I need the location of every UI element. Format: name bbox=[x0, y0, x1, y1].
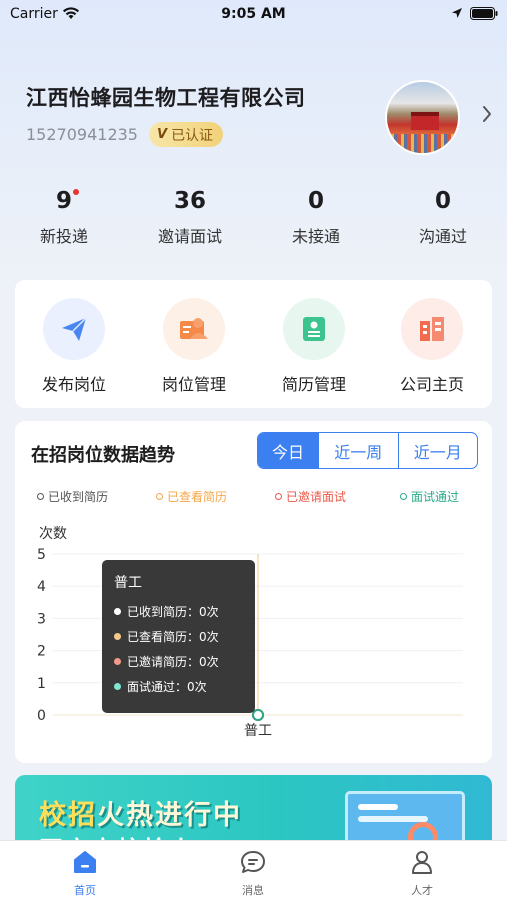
legend-marker bbox=[37, 493, 44, 500]
legend-marker bbox=[275, 493, 282, 500]
legend-label: 面试通过 bbox=[411, 490, 460, 504]
legend-label: 已查看简历 bbox=[167, 490, 228, 504]
illustration-bar bbox=[358, 804, 398, 810]
banner-title: 火热进行中 bbox=[97, 800, 242, 831]
company-phone: 15270941235 bbox=[26, 125, 138, 144]
banner-headline: 校招火热进行中 bbox=[39, 793, 242, 832]
action-job-management[interactable]: 岗位管理 bbox=[139, 298, 249, 395]
verified-badge: V 已认证 bbox=[149, 122, 224, 147]
tab-month[interactable]: 近一月 bbox=[397, 433, 478, 468]
tab-label: 首页 bbox=[74, 884, 96, 897]
stat-label: 沟通过 bbox=[418, 227, 467, 246]
y-tick-label: 0 bbox=[37, 708, 46, 724]
unread-dot bbox=[73, 189, 79, 195]
period-segmented-control: 今日 近一周 近一月 bbox=[257, 432, 478, 469]
stat-value: 36 bbox=[173, 188, 206, 214]
avatar-photo-gate bbox=[411, 112, 439, 130]
job-trend-card: 在招岗位数据趋势 今日 近一周 近一月 已收到简历 已查看简历 已邀请面试 面试… bbox=[15, 421, 492, 763]
campus-recruit-banner[interactable]: 校招火热进行中 开启高校抢人 bbox=[15, 775, 492, 845]
location-arrow-icon bbox=[452, 8, 462, 18]
tooltip-text: 已查看简历：0次 bbox=[127, 630, 219, 644]
stat-not-connected[interactable]: 0 未接通 bbox=[256, 188, 376, 247]
action-label: 发布岗位 bbox=[41, 375, 106, 394]
y-tick-label: 3 bbox=[37, 611, 46, 627]
legend-label: 已邀请面试 bbox=[286, 490, 347, 504]
action-resume-management[interactable]: 简历管理 bbox=[259, 298, 369, 395]
action-company-home[interactable]: 公司主页 bbox=[377, 298, 487, 395]
chart-tooltip: 普工 已收到简历：0次 已查看简历：0次 已邀请简历：0次 面试通过：0次 bbox=[102, 560, 255, 713]
tab-week[interactable]: 近一周 bbox=[318, 433, 398, 468]
status-bar: Carrier 9:05 AM bbox=[0, 0, 507, 30]
person-icon bbox=[412, 851, 432, 874]
tab-messages[interactable]: 消息 bbox=[203, 849, 303, 898]
stat-communicated[interactable]: 0 沟通过 bbox=[383, 188, 503, 247]
legend-label: 已收到简历 bbox=[48, 490, 109, 504]
tooltip-text: 面试通过：0次 bbox=[127, 680, 207, 694]
banner-highlight: 校招 bbox=[39, 800, 97, 831]
illustration-bar bbox=[358, 816, 428, 822]
legend-viewed[interactable]: 已查看简历 bbox=[156, 488, 227, 505]
tab-today[interactable]: 今日 bbox=[258, 433, 318, 468]
stat-value: 9 bbox=[55, 188, 72, 214]
action-post-job[interactable]: 发布岗位 bbox=[19, 298, 129, 395]
y-axis-title: 次数 bbox=[39, 526, 67, 542]
banner-illustration bbox=[345, 791, 465, 845]
x-tick-label: 普工 bbox=[244, 723, 272, 739]
tooltip-marker bbox=[114, 683, 121, 690]
tooltip-row: 已收到简历：0次 bbox=[114, 599, 243, 624]
tooltip-marker bbox=[114, 658, 121, 665]
battery-icon bbox=[470, 7, 498, 20]
data-point bbox=[252, 709, 264, 721]
status-time: 9:05 AM bbox=[221, 6, 286, 22]
chevron-right-icon[interactable] bbox=[482, 105, 492, 123]
y-tick-label: 2 bbox=[37, 644, 46, 660]
tooltip-marker bbox=[114, 633, 121, 640]
verified-label: 已认证 bbox=[171, 127, 214, 144]
legend-received[interactable]: 已收到简历 bbox=[37, 488, 108, 505]
tooltip-row: 面试通过：0次 bbox=[114, 674, 243, 699]
action-label: 简历管理 bbox=[281, 375, 346, 394]
quick-actions-card: 发布岗位 岗位管理 简历管理 公司主页 bbox=[15, 280, 492, 408]
verified-v-icon: V bbox=[157, 127, 168, 142]
company-name: 江西怡蜂园生物工程有限公司 bbox=[26, 86, 306, 110]
company-avatar[interactable] bbox=[385, 80, 460, 155]
tab-home[interactable]: 首页 bbox=[35, 849, 135, 898]
stat-value: 0 bbox=[307, 188, 324, 214]
stat-label: 未接通 bbox=[291, 227, 340, 246]
y-tick-label: 4 bbox=[37, 579, 46, 595]
legend-marker bbox=[156, 493, 163, 500]
stat-value: 0 bbox=[434, 188, 451, 214]
tooltip-text: 已收到简历：0次 bbox=[127, 605, 219, 619]
stat-label: 邀请面试 bbox=[157, 227, 222, 246]
stat-label: 新投递 bbox=[39, 227, 88, 246]
legend-marker bbox=[400, 493, 407, 500]
trend-title: 在招岗位数据趋势 bbox=[31, 445, 175, 466]
tooltip-title: 普工 bbox=[114, 575, 142, 591]
legend-passed[interactable]: 面试通过 bbox=[400, 488, 459, 505]
resume-icon bbox=[283, 298, 345, 360]
building-icon bbox=[401, 298, 463, 360]
tooltip-row: 已邀请简历：0次 bbox=[114, 649, 243, 674]
stats-row: 9 新投递 36 邀请面试 0 未接通 0 沟通过 bbox=[0, 188, 507, 258]
stat-new-applications[interactable]: 9 新投递 bbox=[4, 188, 124, 247]
action-label: 公司主页 bbox=[399, 375, 464, 394]
stat-interview-invites[interactable]: 36 邀请面试 bbox=[130, 188, 250, 247]
legend-invited[interactable]: 已邀请面试 bbox=[275, 488, 346, 505]
tooltip-row: 已查看简历：0次 bbox=[114, 624, 243, 649]
tab-label: 消息 bbox=[242, 884, 264, 897]
y-tick-label: 1 bbox=[37, 676, 46, 692]
action-label: 岗位管理 bbox=[161, 375, 226, 394]
tab-label: 人才 bbox=[411, 884, 433, 897]
y-tick-label: 5 bbox=[37, 547, 46, 563]
tab-talent[interactable]: 人才 bbox=[372, 849, 472, 898]
home-icon bbox=[74, 851, 96, 873]
tooltip-text: 已邀请简历：0次 bbox=[127, 655, 219, 669]
bottom-tab-bar: 首页 消息 人才 bbox=[0, 840, 507, 900]
avatar-photo-crowd bbox=[387, 134, 458, 153]
tooltip-marker bbox=[114, 608, 121, 615]
person-card-icon bbox=[163, 298, 225, 360]
paper-plane-icon bbox=[43, 298, 105, 360]
chat-bubble-icon bbox=[241, 851, 265, 873]
